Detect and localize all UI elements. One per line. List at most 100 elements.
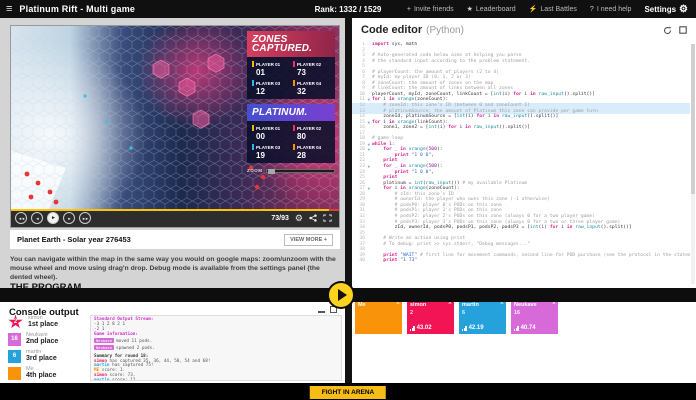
settings-gear-icon: ⚙ [679,4,688,15]
viewer-description: You can navigate within the map in the s… [10,255,340,282]
player-stat-label: PLAYER 03 [256,81,280,86]
fold-arrow-icon[interactable]: ▼ [368,120,370,126]
card-player-score: 43.02 [417,325,432,331]
invite-friends-icon: + [407,6,411,13]
zoom-label: ZOOM [247,168,263,173]
platinum-panel: PLATINUM. PLAYER 0100PLAYER 0280PLAYER 0… [247,104,335,163]
platinum-rift-ide: ≡ Platinum Rift - Multi game Rank: 1332 … [0,0,696,400]
player-stat: PLAYER 0101 [252,61,289,77]
zones-captured-panel: ZONES CAPTURED. PLAYER 0101PLAYER 0273PL… [247,31,335,99]
game-title: Platinum Rift - Multi game [19,4,135,14]
player-stat-label: PLAYER 01 [256,62,280,67]
player-stat-value: 32 [297,87,330,96]
line-number: 40 [352,258,367,264]
player-card-me[interactable]: Me× [355,300,402,334]
card-player-name: Me [358,302,366,308]
player-cards: Me×simon×243.02martin×642.19Neukave×1640… [352,300,696,334]
replay-progress-bar[interactable] [11,209,339,211]
view-more-button[interactable]: VIEW MORE + [284,234,333,246]
card-player-name: Neukave [514,302,537,308]
player-stat-value: 73 [297,68,330,77]
editor-scrollbar-thumb[interactable] [691,44,695,194]
fold-arrow-icon[interactable]: ▼ [368,97,370,103]
top-nav-links: +Invite friends ★Leaderboard ⚡Last Battles… [407,4,696,15]
console-output-stream[interactable]: Standard Output Stream:-3 1 2 8 2 1-2 1G… [90,315,342,381]
reset-code-icon[interactable] [663,26,672,35]
player-stat: PLAYER 0312 [252,80,289,96]
run-replay-play-button[interactable] [329,283,353,307]
viewer-settings-gear-icon[interactable]: ⚙ [295,214,303,223]
fullscreen-icon[interactable] [323,214,332,222]
player-stat: PLAYER 0319 [252,144,289,160]
top-link-invite-friends[interactable]: +Invite friends [407,6,454,13]
hamburger-menu-icon[interactable]: ≡ [6,0,12,18]
top-link-last-battles[interactable]: ⚡Last Battles [529,5,577,13]
player-stat-label: PLAYER 02 [297,126,321,131]
score-chart-icon [410,326,415,331]
step-back-button[interactable]: ◄ [31,212,43,224]
player-stat-label: PLAYER 01 [256,126,280,131]
zoom-control: ZOOM [247,168,335,173]
top-link-i-need-help[interactable]: ?I need help [590,6,632,13]
zoom-slider[interactable] [266,169,336,173]
zoom-slider-thumb[interactable] [268,169,275,174]
last-battles-icon: ⚡ [529,5,538,13]
standing-place: 1st place [28,321,58,329]
console-output-pane: Console output 73/93 2simon1st place16Ne… [0,302,345,383]
jump-to-start-button[interactable]: ◄◄ [15,212,27,224]
play-pause-button[interactable]: ► [47,212,59,224]
share-icon[interactable] [309,214,317,222]
standing-text: simon1st place [28,315,58,329]
standing-item[interactable]: 2 simon1st place [8,315,58,329]
game-viewer: ZONES CAPTURED. PLAYER 0101PLAYER 0273PL… [10,25,340,228]
fold-arrow-icon[interactable]: ▼ [368,147,370,153]
platinum-grid: PLAYER 0100PLAYER 0280PLAYER 0319PLAYER … [247,121,335,163]
player-stat-value: 28 [297,151,330,160]
editor-scrollbar[interactable] [691,44,695,284]
jump-to-end-button[interactable]: ►► [79,212,91,224]
player-color-bar [293,125,295,131]
standing-item[interactable]: 16Neukave2nd place [8,332,58,346]
bottom-bar: FIGHT IN ARENA [0,383,696,400]
fold-arrow-icon[interactable]: ▼ [368,186,370,192]
player-stat-value: 80 [297,132,330,141]
game-info-line: Neukavespawned 2 pods. [94,345,338,352]
console-maximize-icon[interactable] [330,306,337,313]
playback-controls: ◄◄◄►►►► 73/93 ⚙ [11,209,339,227]
players-pane: Me×simon×243.02martin×642.19Neukave×1640… [352,300,696,383]
player-card-martin[interactable]: martin×642.19 [459,300,506,334]
player-rank-badge: 6 [8,350,21,363]
settings-button[interactable]: Settings⚙ [644,4,688,15]
fight-in-arena-button[interactable]: FIGHT IN ARENA [310,386,386,399]
expand-editor-icon[interactable] [679,26,687,34]
code-editor-textarea[interactable]: 1import sys, math23# Auto-generated code… [352,42,690,288]
card-player-score: 40.74 [521,325,536,331]
player-stat-label: PLAYER 04 [297,145,321,150]
code-line: 40 print "1 73" [352,258,690,264]
player-color-bar [252,61,254,67]
platinum-title: PLATINUM. [247,104,335,121]
standing-item[interactable]: Me4th place [8,366,58,380]
round-summary-line: martin score: 12. [94,379,338,381]
player-stat: PLAYER 0273 [293,61,330,77]
player-stat: PLAYER 0280 [293,125,330,141]
vertical-divider [345,18,352,400]
card-player-number: 2 [410,310,413,316]
fold-arrow-icon[interactable]: ▼ [368,164,370,170]
card-player-name: martin [462,302,479,308]
score-chart-icon [462,326,467,331]
player-rank-badge: 2 [8,315,23,330]
top-link-leaderboard[interactable]: ★Leaderboard [467,5,516,13]
console-minimize-icon[interactable] [318,306,325,313]
zones-captured-grid: PLAYER 0101PLAYER 0273PLAYER 0312PLAYER … [247,57,335,99]
player-card-simon[interactable]: simon×243.02 [407,300,454,334]
code-editor-pane: Code editor (Python) 1import sys, math23… [352,18,696,288]
player-color-bar [252,144,254,150]
standing-item[interactable]: 6 martin3rd place [8,349,58,363]
standing-text: martin3rd place [26,349,57,363]
player-color-bar [293,144,295,150]
standing-place: 2nd place [26,338,58,346]
player-stat-value: 12 [256,87,289,96]
step-forward-button[interactable]: ► [63,212,75,224]
player-card-neukave[interactable]: Neukave×1640.74 [511,300,558,334]
